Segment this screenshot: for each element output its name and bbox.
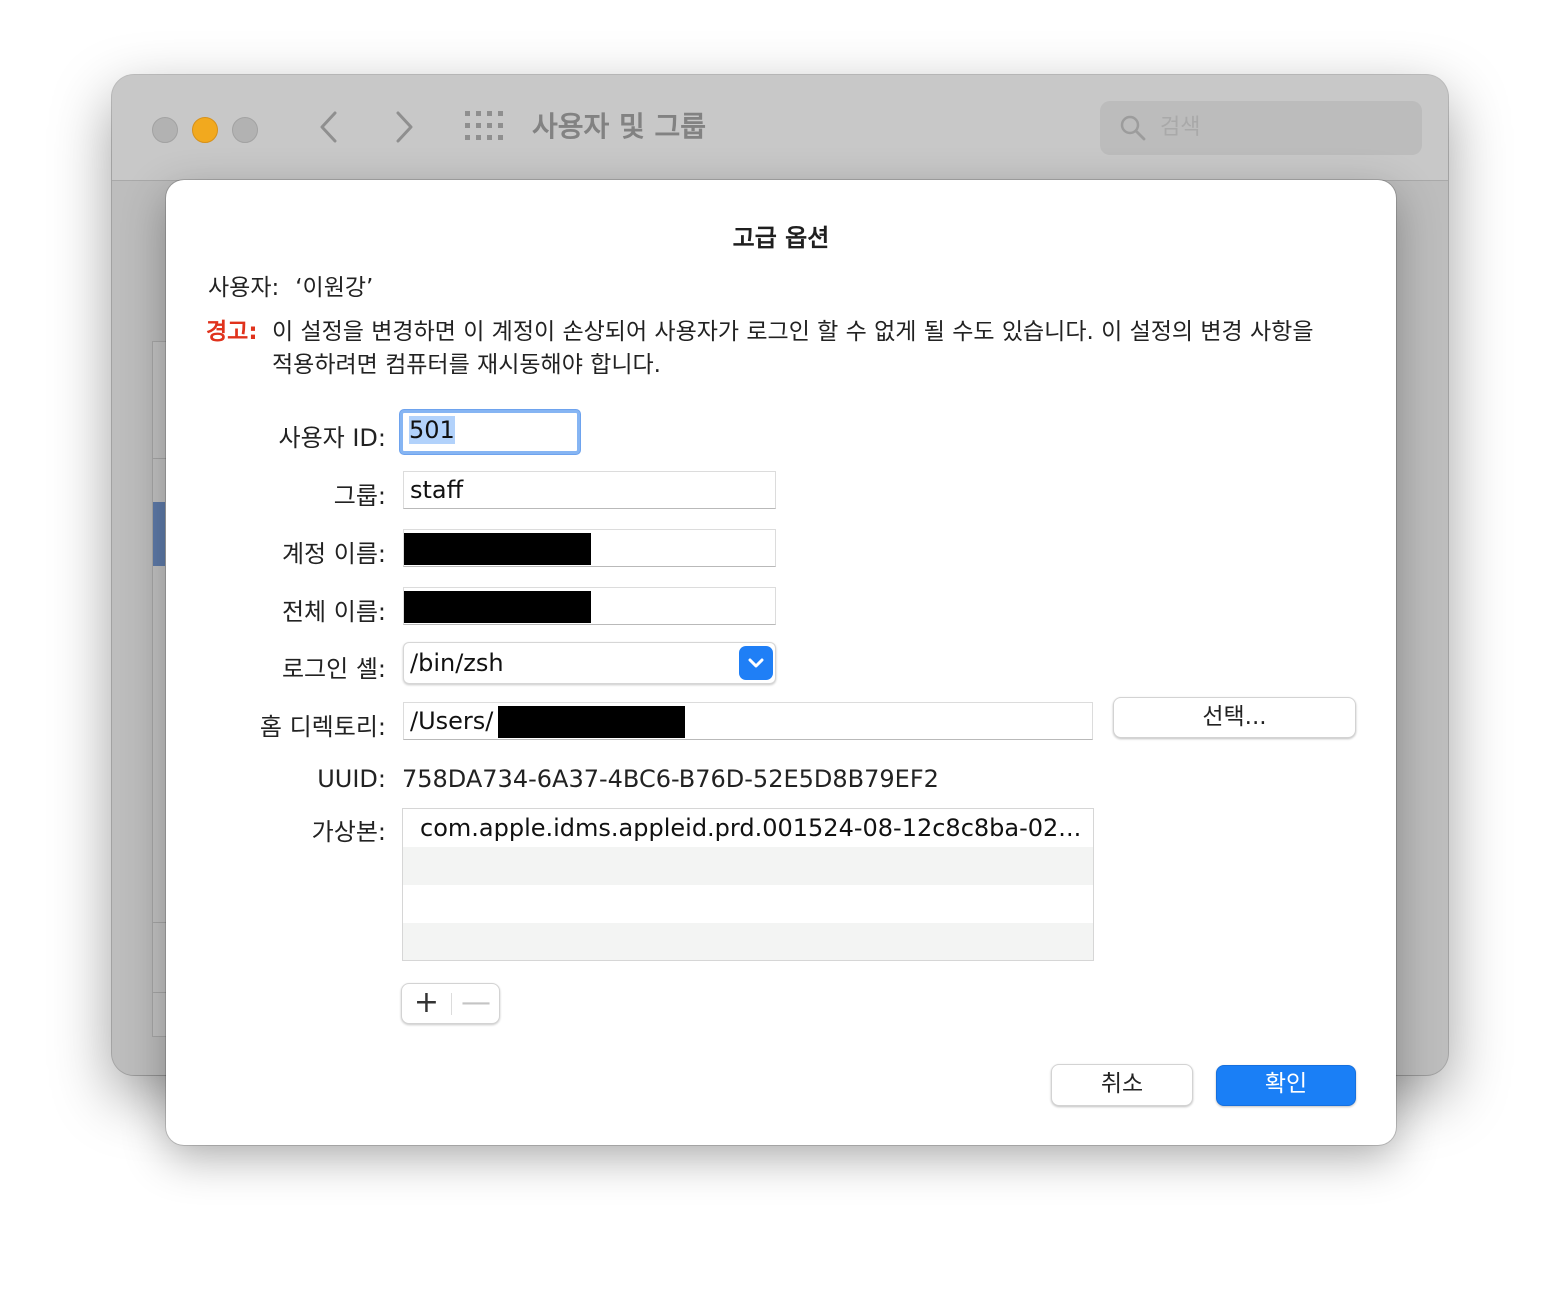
redacted-full-name <box>404 591 591 623</box>
list-item[interactable]: com.apple.idms.appleid.prd.001524-08-12c… <box>403 809 1093 847</box>
search-icon <box>1120 115 1146 141</box>
back-button[interactable] <box>307 105 351 149</box>
warning-label: 경고: <box>206 319 258 345</box>
remove-alias-button[interactable]: — <box>452 984 500 1023</box>
aliases-list[interactable]: com.apple.idms.appleid.prd.001524-08-12c… <box>402 808 1094 961</box>
user-line: 사용자: ‘이원강’ <box>208 268 373 302</box>
minimize-window-button[interactable] <box>192 117 218 143</box>
search-field[interactable]: 검색 <box>1100 101 1422 155</box>
close-window-button[interactable] <box>152 117 178 143</box>
window-titlebar: 사용자 및 그룹 검색 <box>112 75 1448 181</box>
show-all-grid-icon[interactable] <box>465 111 503 141</box>
user-id-label: 사용자 ID: <box>278 424 386 452</box>
search-placeholder: 검색 <box>1160 115 1201 140</box>
login-shell-label: 로그인 셸: <box>281 655 386 683</box>
chevron-left-icon <box>320 111 337 143</box>
advanced-options-sheet: 고급 옵션 사용자: ‘이원강’ 경고: 이 설정을 변경하면 이 계정이 손상되… <box>166 180 1396 1145</box>
sheet-title: 고급 옵션 <box>732 224 830 252</box>
chevron-down-icon <box>739 646 773 680</box>
ok-button[interactable]: 확인 <box>1216 1065 1356 1106</box>
group-field[interactable]: staff <box>403 471 776 509</box>
selected-user-row <box>153 502 165 566</box>
aliases-label: 가상본: <box>311 818 386 846</box>
full-name-field[interactable] <box>403 587 776 625</box>
user-label: 사용자: <box>208 275 280 301</box>
add-alias-button[interactable]: + <box>402 984 451 1023</box>
cancel-button[interactable]: 취소 <box>1051 1064 1193 1106</box>
group-value: staff <box>410 476 464 504</box>
redacted-home-dir <box>498 706 685 738</box>
uuid-value: 758DA734-6A37-4BC6-B76D-52E5D8B79EF2 <box>402 765 939 793</box>
home-dir-value: /Users/ <box>410 707 494 735</box>
list-item-empty <box>403 885 1093 923</box>
warning-text: 이 설정을 변경하면 이 계정이 손상되어 사용자가 로그인 할 수 없게 될 … <box>272 319 1314 378</box>
account-name-label: 계정 이름: <box>281 540 386 568</box>
window-title: 사용자 및 그룹 <box>532 110 707 143</box>
login-shell-popup[interactable]: /bin/zsh <box>403 642 776 684</box>
user-id-field[interactable]: 501 <box>400 410 580 454</box>
home-dir-label: 홈 디렉토리: <box>259 713 386 741</box>
add-remove-control: + — <box>401 983 500 1024</box>
full-name-label: 전체 이름: <box>281 598 386 626</box>
login-shell-value: /bin/zsh <box>410 649 504 677</box>
chevron-right-icon <box>396 111 413 143</box>
account-name-field[interactable] <box>403 529 776 567</box>
redacted-account-name <box>404 533 591 565</box>
group-label: 그룹: <box>333 482 386 510</box>
zoom-window-button[interactable] <box>232 117 258 143</box>
uuid-label: UUID: <box>317 765 386 793</box>
choose-button[interactable]: 선택... <box>1113 697 1356 738</box>
user-id-value: 501 <box>409 416 455 444</box>
home-dir-field[interactable]: /Users/ <box>403 702 1093 740</box>
list-item-empty <box>403 923 1093 960</box>
user-value: ‘이원강’ <box>295 275 374 301</box>
forward-button[interactable] <box>382 105 426 149</box>
list-item-empty <box>403 847 1093 885</box>
